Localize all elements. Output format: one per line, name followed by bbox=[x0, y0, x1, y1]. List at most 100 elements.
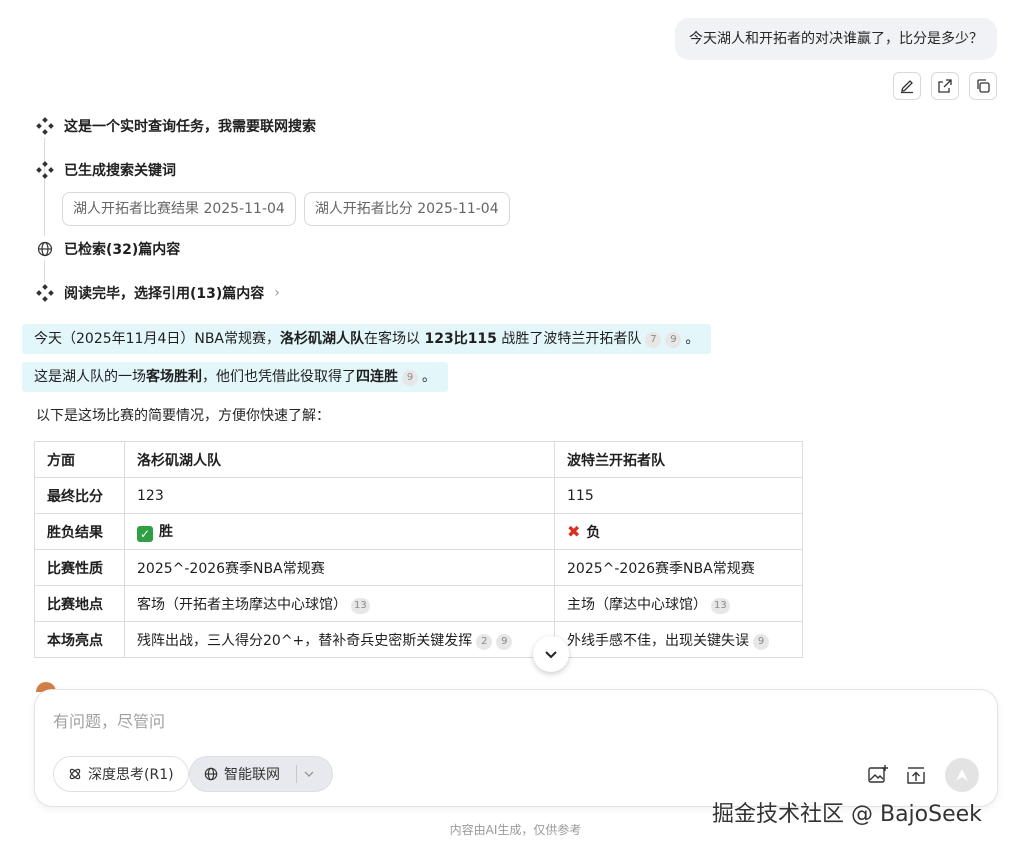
image-plus-icon bbox=[868, 765, 888, 783]
keyword-chip[interactable]: 湖人开拓者比赛结果 2025-11-04 bbox=[62, 192, 296, 226]
table-row: 本场亮点 残阵出战，三人得分20^+，替补奇兵史密斯关键发挥 2 9 外线手感不佳，… bbox=[34, 621, 803, 658]
row-label: 本场亮点 bbox=[34, 621, 125, 658]
edit-icon bbox=[901, 80, 913, 94]
user-message-bubble: 今天湖人和开拓者的对决谁赢了，比分是多少？ bbox=[675, 18, 997, 60]
result-text: 负 bbox=[586, 524, 601, 541]
citation-badge[interactable]: 13 bbox=[711, 597, 730, 614]
edit-button[interactable] bbox=[893, 72, 921, 100]
answer-text: 今天（2025年11月4日）NBA常规赛， bbox=[34, 331, 281, 347]
sparkle-icon bbox=[36, 284, 54, 302]
cell-text: 客场（开拓者主场摩达中心球馆） bbox=[137, 596, 347, 613]
cross-mark-icon: ✖ bbox=[567, 521, 581, 541]
sparkle-icon bbox=[36, 117, 54, 135]
lakers-cell: 残阵出战，三人得分20^+，替补奇兵史密斯关键发挥 2 9 bbox=[124, 621, 555, 658]
answer-intro: 以下是这场比赛的简要情况，方便你快速了解： bbox=[36, 408, 330, 424]
atom-icon bbox=[69, 768, 81, 780]
step-retrieved: 已检索(32)篇内容 bbox=[36, 239, 180, 259]
row-label: 比赛地点 bbox=[34, 585, 125, 622]
citation-badge[interactable]: 9 bbox=[665, 332, 682, 348]
row-label: 最终比分 bbox=[34, 477, 125, 514]
answer-bold: 客场胜利 bbox=[146, 369, 202, 385]
cell-text: 外线手感不佳，出现关键失误 bbox=[567, 632, 749, 649]
user-message-text: 今天湖人和开拓者的对决谁赢了，比分是多少？ bbox=[689, 31, 983, 47]
answer-text: 。 bbox=[685, 331, 700, 347]
step-label: 已检索(32)篇内容 bbox=[64, 242, 181, 258]
message-input[interactable]: 有问题，尽管问 bbox=[53, 708, 165, 732]
keyword-chips: 湖人开拓者比赛结果 2025-11-04 湖人开拓者比分 2025-11-04 bbox=[62, 192, 510, 226]
steps-connector bbox=[44, 260, 45, 282]
arrow-up-icon bbox=[956, 769, 968, 781]
table-header-row: 方面 洛杉矶湖人队 波特兰开拓者队 bbox=[34, 441, 803, 478]
blazers-cell: 2025^-2026赛季NBA常规赛 bbox=[554, 549, 803, 586]
lakers-cell: 123 bbox=[124, 477, 555, 514]
answer-text: 。 bbox=[422, 369, 436, 385]
lakers-cell: 客场（开拓者主场摩达中心球馆） 13 bbox=[124, 585, 555, 622]
table-row: 胜负结果 ✓ 胜 ✖ 负 bbox=[34, 513, 803, 550]
divider bbox=[296, 765, 297, 783]
lakers-cell: ✓ 胜 bbox=[124, 513, 555, 550]
upload-icon bbox=[907, 767, 925, 784]
answer-text: 这是湖人队的一场 bbox=[34, 369, 146, 385]
deep-think-toggle[interactable]: 深度思考(R1) bbox=[53, 756, 189, 792]
answer-line-2: 这是湖人队的一场客场胜利，他们也凭借此役取得了四连胜 9。 bbox=[22, 362, 448, 392]
answer-bold: 123比115 bbox=[424, 331, 497, 347]
citation-badge[interactable]: 9 bbox=[496, 633, 513, 650]
result-text: 胜 bbox=[159, 524, 173, 540]
blazers-cell: ✖ 负 bbox=[554, 513, 803, 550]
chevron-right-icon: › bbox=[274, 285, 280, 301]
table-header: 洛杉矶湖人队 bbox=[124, 441, 555, 478]
cell-text: 主场（摩达中心球馆） bbox=[567, 596, 707, 613]
chevron-down-icon bbox=[545, 651, 557, 659]
table-row: 最终比分 123 115 bbox=[34, 477, 803, 514]
table-header: 波特兰开拓者队 bbox=[554, 441, 803, 478]
blazers-cell: 外线手感不佳，出现关键失误 9 bbox=[554, 621, 803, 658]
web-search-label: 智能联网 bbox=[224, 767, 280, 783]
check-mark-icon: ✓ bbox=[137, 526, 153, 542]
step-label: 这是一个实时查询任务，我需要联网搜索 bbox=[64, 119, 316, 135]
table-row: 比赛性质 2025^-2026赛季NBA常规赛 2025^-2026赛季NBA常… bbox=[34, 549, 803, 586]
image-upload-button[interactable] bbox=[865, 762, 891, 788]
share-button[interactable] bbox=[931, 72, 959, 100]
row-label: 比赛性质 bbox=[34, 549, 125, 586]
step-label: 阅读完毕，选择引用(13)篇内容 bbox=[64, 286, 265, 302]
citation-badge[interactable]: 2 bbox=[476, 633, 493, 650]
match-summary-table: 方面 洛杉矶湖人队 波特兰开拓者队 最终比分 123 115 胜负结果 ✓ 胜 ✖… bbox=[34, 441, 803, 658]
steps-connector bbox=[44, 138, 45, 236]
step-label: 已生成搜索关键词 bbox=[64, 163, 176, 179]
chevron-down-icon[interactable] bbox=[303, 768, 315, 780]
share-icon bbox=[938, 79, 952, 93]
scroll-to-bottom-button[interactable] bbox=[533, 636, 569, 672]
sparkle-icon bbox=[36, 161, 54, 179]
message-actions bbox=[893, 72, 997, 100]
web-search-toggle[interactable]: 智能联网 bbox=[189, 756, 333, 792]
keyword-chip[interactable]: 湖人开拓者比分 2025-11-04 bbox=[303, 192, 510, 226]
step-keywords: 已生成搜索关键词 bbox=[36, 160, 176, 180]
copy-button[interactable] bbox=[969, 72, 997, 100]
copy-icon bbox=[977, 79, 990, 93]
deep-think-label: 深度思考(R1) bbox=[88, 767, 174, 783]
answer-text: ，他们也凭借此役取得了 bbox=[202, 369, 356, 385]
ai-disclaimer: 内容由AI生成，仅供参考 bbox=[449, 823, 582, 837]
answer-line-1: 今天（2025年11月4日）NBA常规赛，洛杉矶湖人队在客场以 123比115 … bbox=[22, 324, 712, 354]
blazers-cell: 主场（摩达中心球馆） 13 bbox=[554, 585, 803, 622]
answer-text: 战胜了波特兰开拓者队 bbox=[496, 331, 642, 347]
answer-text: 在客场以 bbox=[364, 331, 425, 347]
lakers-cell: 2025^-2026赛季NBA常规赛 bbox=[124, 549, 555, 586]
citation-badge[interactable]: 9 bbox=[753, 633, 769, 650]
answer-bold: 洛杉矶湖人队 bbox=[280, 331, 365, 347]
chat-composer: 有问题，尽管问 深度思考(R1) 智能联网 bbox=[34, 689, 998, 807]
table-row: 比赛地点 客场（开拓者主场摩达中心球馆） 13 主场（摩达中心球馆） 13 bbox=[34, 585, 803, 622]
globe-icon bbox=[36, 240, 54, 258]
citation-badge[interactable]: 13 bbox=[351, 597, 370, 614]
cell-text: 残阵出战，三人得分20^+，替补奇兵史密斯关键发挥 bbox=[137, 632, 473, 649]
blazers-cell: 115 bbox=[554, 477, 803, 514]
citation-badge[interactable]: 9 bbox=[402, 370, 418, 386]
citation-badge[interactable]: 7 bbox=[645, 332, 662, 348]
globe-icon bbox=[204, 767, 218, 781]
send-button[interactable] bbox=[945, 758, 979, 792]
row-label: 胜负结果 bbox=[34, 513, 125, 550]
file-upload-button[interactable] bbox=[903, 762, 929, 788]
answer-bold: 四连胜 bbox=[356, 369, 398, 385]
table-header: 方面 bbox=[34, 441, 125, 478]
step-reading-done[interactable]: 阅读完毕，选择引用(13)篇内容 › bbox=[36, 283, 280, 303]
